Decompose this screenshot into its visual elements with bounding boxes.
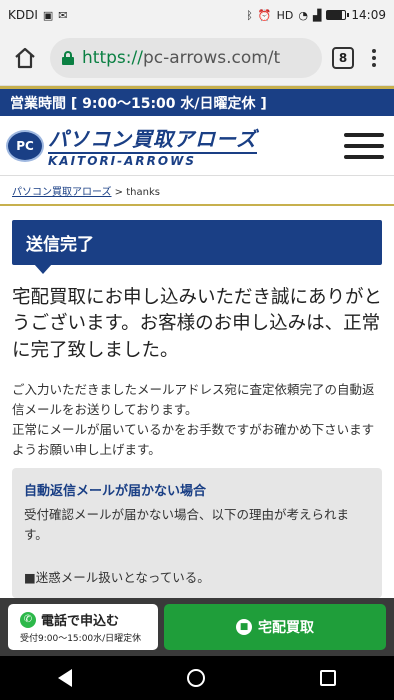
hamburger-line	[344, 132, 384, 137]
battery-icon	[326, 10, 350, 20]
phone-apply-label: 電話で申込む	[41, 614, 120, 629]
hamburger-line	[344, 154, 384, 159]
carrier-label: KDDI	[8, 8, 38, 22]
dot-icon	[372, 62, 376, 67]
status-right: ᛒ ⏰ HD ◔ ▟ 14:09	[246, 8, 386, 22]
description-paragraph: ご入力いただきましたメールアドレス宛に査定依頼完了の自動返信メールをお送りしてお…	[12, 380, 382, 460]
browser-toolbar: https://pc-arrows.com/t 8	[0, 30, 394, 86]
footer-cta-bar: ✆ 電話で申込む 受付9:00～15:00水/日曜定休 ■ 宅配買取	[0, 598, 394, 656]
logo-japanese: パソコン買取アローズ	[48, 127, 257, 151]
phone-hours-label: 受付9:00～15:00水/日曜定休	[20, 634, 142, 644]
url-host: pc-arrows.com/t	[142, 47, 281, 68]
wifi-icon: ◔	[298, 8, 308, 22]
alarm-icon: ⏰	[257, 8, 272, 22]
signal-icon: ▟	[312, 8, 322, 22]
logo-english: KAITORI-ARROWS	[48, 152, 257, 168]
clock: 14:09	[351, 8, 386, 22]
home-circle-icon[interactable]	[186, 669, 205, 687]
url-text: https://pc-arrows.com/t	[82, 48, 280, 68]
home-delivery-label: 宅配買取	[258, 620, 314, 636]
completion-message: 宅配買取にお申し込みいただき誠にありがとうございます。お客様のお申し込みは、正常…	[12, 287, 383, 361]
breadcrumb: パソコン買取アローズ > thanks	[0, 176, 394, 204]
dot-icon	[372, 55, 376, 60]
notice-title: 自動返信メールが届かない場合	[24, 483, 207, 499]
notice-body: 受付確認メールが届かない場合、以下の理由が考えられます。	[24, 506, 350, 542]
breadcrumb-home-link[interactable]: パソコン買取アローズ	[12, 187, 112, 198]
dot-icon	[372, 48, 376, 53]
home-button[interactable]	[10, 43, 40, 73]
back-icon[interactable]	[57, 669, 72, 687]
system-nav-bar	[0, 656, 394, 700]
notice-item: ■迷惑メール扱いとなっている。	[24, 569, 210, 585]
status-left: KDDI ▣ ✉	[8, 8, 68, 22]
battery-fill	[327, 11, 342, 19]
home-delivery-button[interactable]: ■ 宅配買取	[164, 604, 386, 650]
bluetooth-icon: ᛒ	[246, 8, 253, 22]
breadcrumb-separator: >	[111, 187, 127, 198]
site-logo[interactable]: PC パソコン買取アローズ KAITORI-ARROWS	[6, 123, 257, 168]
logo-pc-badge: PC	[6, 129, 44, 162]
app-icon: ▣	[42, 8, 54, 22]
url-scheme: https://	[82, 47, 143, 68]
phone-apply-button[interactable]: ✆ 電話で申込む 受付9:00～15:00水/日曜定休	[8, 604, 158, 650]
breadcrumb-current: thanks	[126, 187, 160, 198]
description-line-1: ご入力いただきましたメールアドレス宛に査定依頼完了の自動返信メールをお送りしてお…	[12, 381, 375, 417]
hd-icon: HD	[276, 8, 294, 22]
home-icon	[15, 47, 35, 68]
site-header: PC パソコン買取アローズ KAITORI-ARROWS	[0, 116, 394, 176]
business-hours-banner: 営業時間 [ 9:00～15:00 水/日曜定休 ]	[0, 86, 394, 116]
breadcrumb-wrapper: パソコン買取アローズ > thanks	[0, 176, 394, 206]
description-line-2: 正常にメールが届いているかをお手数ですがお確かめ下さいますようお願い申し上げます…	[12, 421, 375, 457]
hamburger-menu-button[interactable]	[344, 132, 384, 159]
browser-menu-button[interactable]	[364, 48, 384, 67]
phone-apply-top: ✆ 電話で申込む	[20, 610, 158, 629]
delivery-box-icon: ■	[236, 619, 252, 635]
tab-switcher-button[interactable]: 8	[332, 46, 354, 69]
mail-icon: ✉	[58, 8, 68, 22]
hamburger-line	[344, 143, 384, 148]
page-heading: 送信完了	[12, 220, 382, 274]
main-content: 送信完了 宅配買取にお申し込みいただき誠にありがとうございます。お客様のお申し込…	[0, 206, 394, 598]
status-bar: KDDI ▣ ✉ ᛒ ⏰ HD ◔ ▟ 14:09	[0, 0, 394, 30]
address-bar[interactable]: https://pc-arrows.com/t	[50, 37, 322, 78]
logo-text: パソコン買取アローズ KAITORI-ARROWS	[48, 123, 257, 168]
phone-icon: ✆	[20, 611, 36, 628]
lock-icon	[62, 50, 74, 65]
notice-box: 自動返信メールが届かない場合 受付確認メールが届かない場合、以下の理由が考えられ…	[12, 467, 382, 598]
recent-apps-icon[interactable]	[320, 670, 337, 686]
